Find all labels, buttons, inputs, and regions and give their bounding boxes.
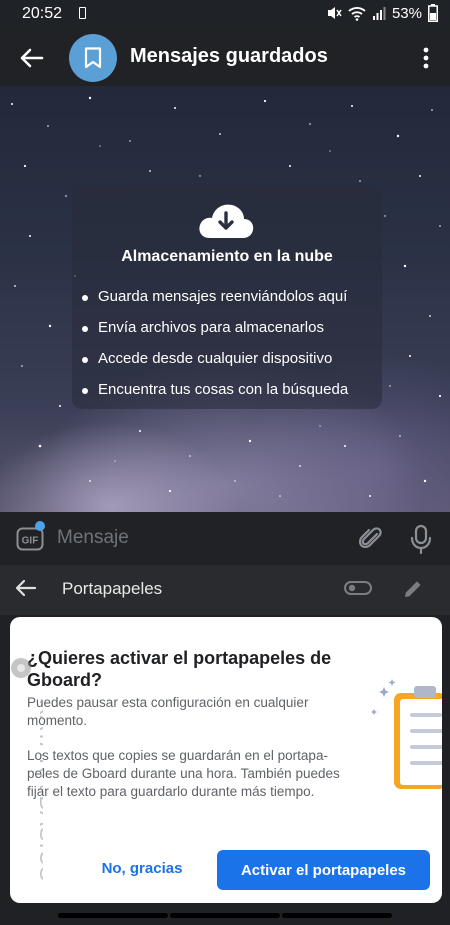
nav-recent-pill[interactable] — [58, 913, 168, 918]
pencil-icon[interactable] — [402, 578, 424, 600]
bullet-icon — [82, 295, 88, 301]
clipboard-title: Portapapeles — [62, 579, 163, 598]
chat-background: Almacenamiento en la nube Guarda mensaje… — [0, 86, 450, 512]
paperclip-icon[interactable] — [358, 525, 384, 553]
message-input[interactable]: Mensaje — [57, 527, 129, 549]
avatar[interactable] — [69, 34, 117, 82]
bullet-icon — [82, 388, 88, 394]
feature-list: Guarda mensajes reenviándolos aquí Envía… — [82, 288, 348, 412]
battery-percent: 53% — [391, 4, 422, 22]
clipboard-dialog: ¿Quieres activar el portapapeles de Gboa… — [10, 617, 442, 903]
battery-icon — [428, 4, 438, 22]
gif-label: GIF — [22, 536, 39, 547]
navigation-bar — [0, 905, 450, 925]
status-time: 20:52 — [22, 5, 63, 22]
dialog-title: ¿Quieres activar el portapapeles de Gboa… — [27, 648, 332, 690]
cloud-storage-card: Almacenamiento en la nube Guarda mensaje… — [72, 186, 382, 409]
nav-home-pill[interactable] — [170, 913, 280, 918]
wifi-icon — [348, 7, 366, 21]
list-item-text: Encuentra tus cosas con la búsqueda — [98, 381, 349, 398]
bookmark-icon — [84, 47, 102, 69]
watermark-logo: XATAKA BASICS — [11, 658, 43, 882]
bullet-icon — [82, 357, 88, 363]
list-item-text: Accede desde cualquier dispositivo — [98, 350, 333, 367]
activate-clipboard-button[interactable]: Activar el portapapeles — [217, 850, 430, 890]
decline-button[interactable]: No, gracias — [92, 853, 192, 883]
back-arrow-icon[interactable] — [18, 44, 46, 72]
toggle-icon[interactable] — [344, 580, 372, 596]
signal-icon — [372, 7, 386, 20]
back-arrow-icon[interactable] — [14, 576, 38, 600]
list-item-text: Guarda mensajes reenviándolos aquí — [98, 288, 348, 305]
bullet-icon — [82, 326, 88, 332]
sim-icon — [79, 7, 86, 19]
cloud-download-icon — [199, 204, 254, 238]
chat-header: Mensajes guardados — [0, 30, 450, 86]
list-item-text: Envía archivos para almacenarlos — [98, 319, 324, 336]
dialog-text: Puedes pausar esta configuración en cual… — [27, 695, 309, 728]
list-item: Encuentra tus cosas con la búsqueda — [82, 381, 348, 412]
card-title: Almacenamiento en la nube — [121, 248, 333, 265]
page-title[interactable]: Mensajes guardados — [130, 45, 328, 68]
nav-back-pill[interactable] — [282, 913, 392, 918]
list-item: Envía archivos para almacenarlos — [82, 319, 348, 350]
list-item: Guarda mensajes reenviándolos aquí — [82, 288, 348, 319]
status-icons: 53% — [326, 4, 438, 22]
clipboard-illustration-icon — [371, 679, 442, 789]
notification-dot — [35, 521, 45, 531]
status-bar: 20:52 53% — [0, 0, 450, 30]
microphone-icon[interactable] — [410, 524, 432, 554]
list-item: Accede desde cualquier dispositivo — [82, 350, 348, 381]
mute-icon — [327, 7, 342, 19]
svg-text:XATAKA BASICS: XATAKA BASICS — [35, 700, 43, 882]
dialog-text: Los textos que copies se guardarán en el… — [27, 748, 340, 799]
more-options-icon[interactable] — [416, 44, 436, 72]
